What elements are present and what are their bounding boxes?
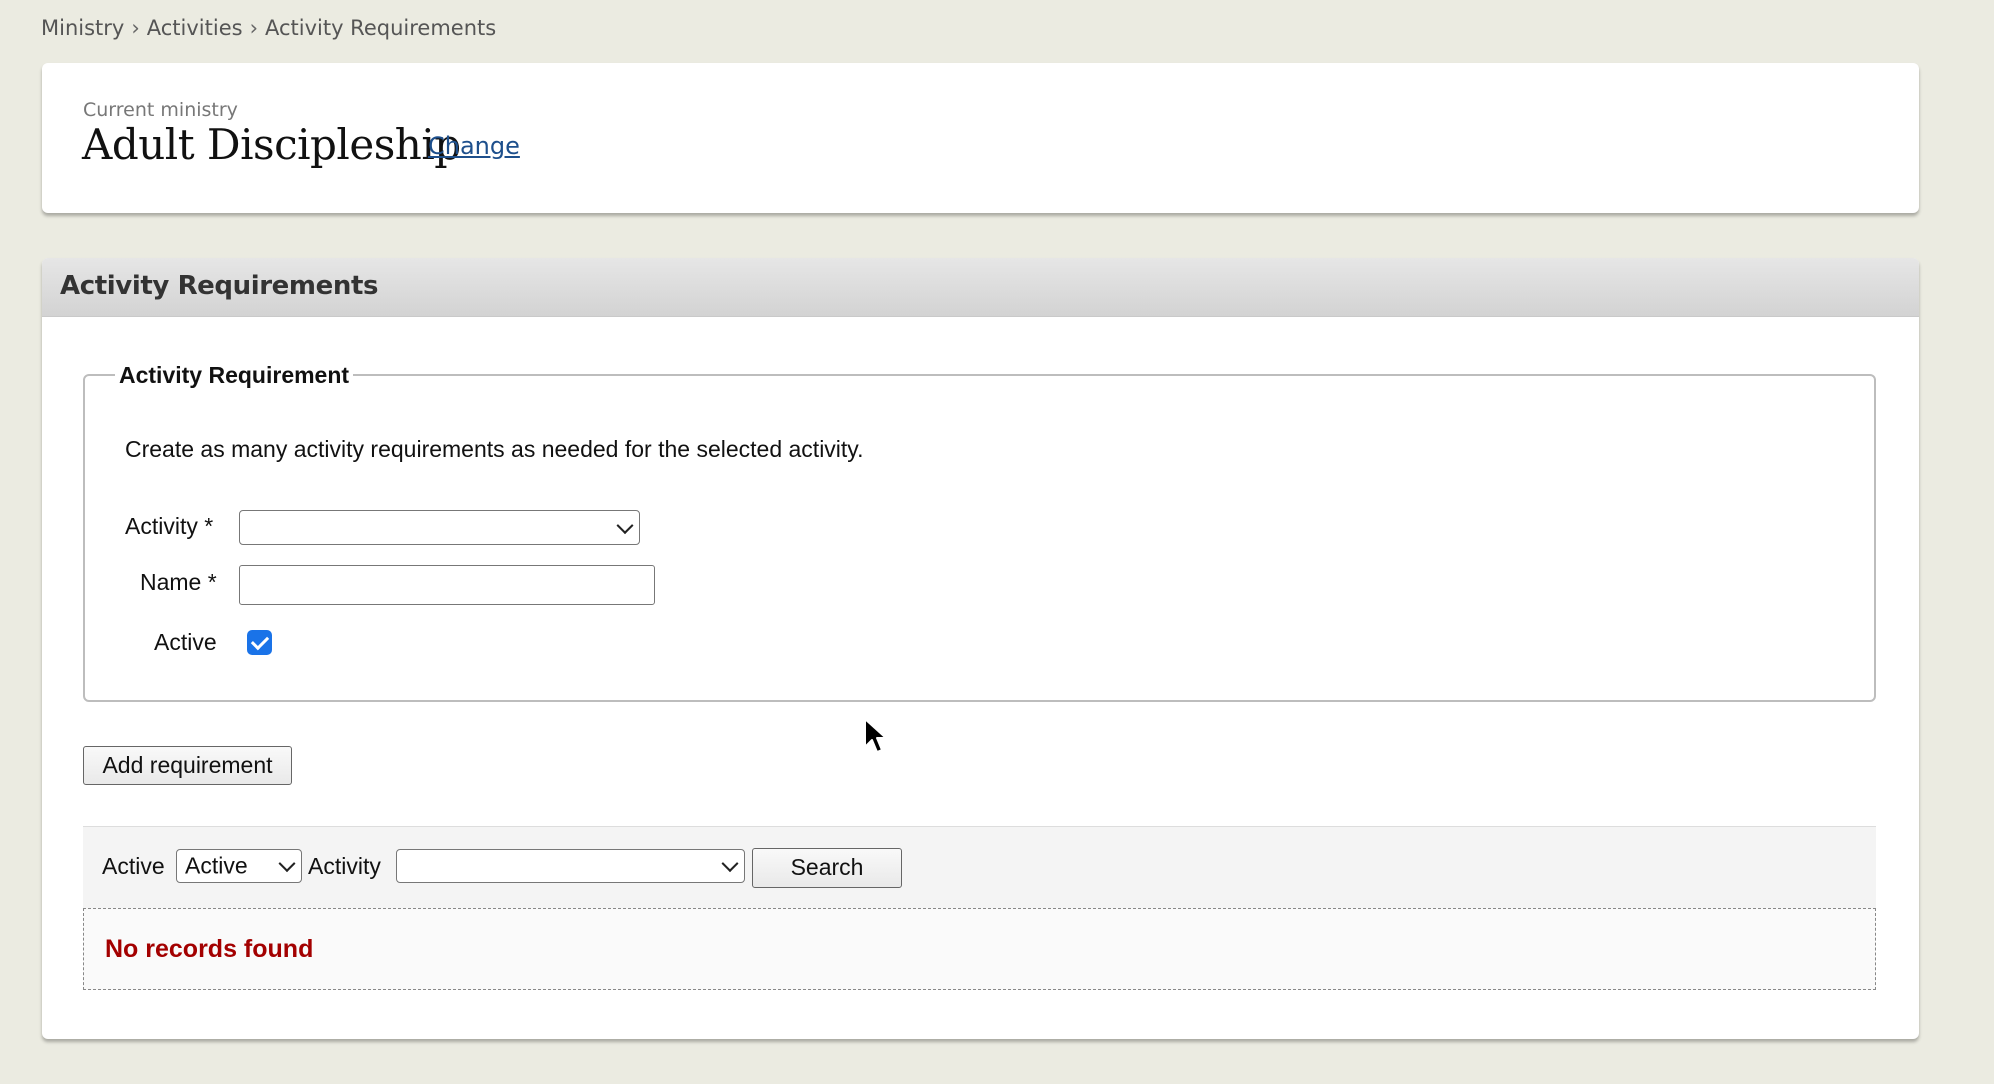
panel-header: Activity Requirements [42,258,1919,317]
chevron-down-icon [721,855,739,873]
name-field[interactable] [239,565,655,605]
breadcrumb-current: Activity Requirements [264,16,497,40]
form-description: Create as many activity requirements as … [125,436,864,462]
filter-active-value: Active [185,852,248,879]
results-area: No records found [83,908,1876,990]
breadcrumb-ministry[interactable]: Ministry [41,16,124,40]
filter-active-select[interactable]: Active [176,849,302,883]
add-requirement-button[interactable]: Add requirement [83,746,292,785]
filter-bar: Active Active Activity Search [83,826,1876,908]
change-ministry-link[interactable]: Change [428,132,520,160]
active-checkbox[interactable] [247,630,272,655]
current-ministry-label: Current ministry [83,99,238,121]
filter-activity-select[interactable] [396,849,745,883]
activity-requirement-fieldset: Activity Requirement Create as many acti… [83,362,1876,702]
mouse-cursor-icon [864,718,887,753]
panel-title: Activity Requirements [60,271,379,301]
current-ministry-card: Current ministry Adult Discipleship Chan… [42,63,1919,213]
filter-active-label: Active [102,853,165,879]
active-label: Active [154,629,217,655]
filter-activity-label: Activity [308,853,381,879]
chevron-down-icon [616,516,634,534]
no-records-message: No records found [105,935,314,963]
breadcrumb-separator: › [249,16,258,40]
fieldset-legend: Activity Requirement [115,362,354,389]
breadcrumb-separator: › [131,16,140,40]
chevron-down-icon [278,855,296,873]
activity-label: Activity * [125,513,214,539]
activity-select[interactable] [239,510,640,545]
search-button[interactable]: Search [752,848,902,888]
activity-requirements-panel: Activity Requirements Activity Requireme… [42,258,1919,1039]
breadcrumb: Ministry › Activities › Activity Requirement… [41,16,496,40]
breadcrumb-activities[interactable]: Activities [147,16,243,40]
current-ministry-name: Adult Discipleship [82,120,461,169]
name-label: Name * [140,569,217,595]
